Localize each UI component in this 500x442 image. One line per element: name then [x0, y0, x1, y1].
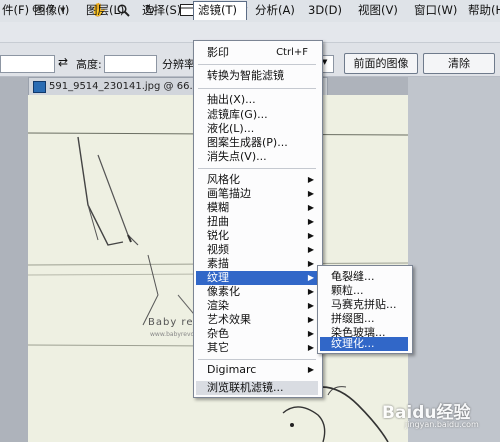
front-image-button[interactable]: 前面的图像	[344, 53, 418, 74]
menu-item-distort[interactable]: 扭曲 ▶	[196, 215, 318, 229]
submenu-arrow-icon: ▶	[307, 315, 314, 324]
menu-item-blur[interactable]: 模糊 ▶	[196, 201, 318, 215]
menu-item-brush-strokes[interactable]: 画笔描边 ▶	[196, 187, 318, 201]
menu-window[interactable]: 窗口(W)	[410, 2, 461, 18]
menu-filter[interactable]: 滤镜(T)	[193, 1, 247, 20]
menu-separator	[198, 359, 316, 360]
menu-layer[interactable]: 图层(L)	[82, 2, 128, 18]
menu-item-last-filter[interactable]: 影印 Ctrl+F	[196, 46, 318, 60]
menu-item-convert-smart-filter[interactable]: 转换为智能滤镜	[196, 69, 318, 83]
menu-image[interactable]: 图像(I)	[30, 2, 73, 18]
submenu-item-grain[interactable]: 颗粒...	[320, 284, 408, 298]
menu-item-filter-gallery[interactable]: 滤镜库(G)...	[196, 108, 318, 122]
menu-separator	[198, 168, 316, 169]
height-field[interactable]	[104, 55, 157, 73]
watermark-subtext: jingyan.baidu.com	[405, 420, 479, 429]
menu-3d[interactable]: 3D(D)	[304, 2, 346, 18]
menu-item-sketch[interactable]: 素描 ▶	[196, 257, 318, 271]
swap-icon[interactable]: ⇄	[58, 55, 68, 69]
menu-item-stylize[interactable]: 风格化 ▶	[196, 173, 318, 187]
submenu-item-texturizer[interactable]: 纹理化...	[320, 337, 408, 351]
menu-item-liquify[interactable]: 液化(L)...	[196, 122, 318, 136]
submenu-item-mosaic-tiles[interactable]: 马赛克拼贴...	[320, 298, 408, 312]
resolution-label: 分辨率	[162, 58, 195, 71]
texture-submenu: 龟裂缝... 颗粒... 马赛克拼贴... 拼缀图... 染色玻璃... 纹理化…	[317, 265, 413, 354]
menu-item-video[interactable]: 视频 ▶	[196, 243, 318, 257]
menu-item-artistic[interactable]: 艺术效果 ▶	[196, 313, 318, 327]
menu-item-render[interactable]: 渲染 ▶	[196, 299, 318, 313]
menu-separator	[198, 88, 316, 89]
filter-menu: 影印 Ctrl+F 转换为智能滤镜 抽出(X)... 滤镜库(G)... 液化(L…	[193, 40, 323, 398]
submenu-item-patchwork[interactable]: 拼缀图...	[320, 312, 408, 326]
right-panel-area	[408, 77, 500, 442]
submenu-arrow-icon: ▶	[307, 329, 314, 338]
menu-item-extract[interactable]: 抽出(X)...	[196, 93, 318, 107]
submenu-item-craquelure[interactable]: 龟裂缝...	[320, 270, 408, 284]
submenu-arrow-icon: ▶	[307, 273, 314, 282]
menu-item-vanishing-point[interactable]: 消失点(V)...	[196, 150, 318, 164]
menu-item-pattern-maker[interactable]: 图案生成器(P)...	[196, 136, 318, 150]
menu-item-noise[interactable]: 杂色 ▶	[196, 327, 318, 341]
submenu-arrow-icon: ▶	[307, 203, 314, 212]
menu-separator	[198, 64, 316, 65]
submenu-arrow-icon: ▶	[307, 365, 314, 374]
menu-item-browse-filters-online[interactable]: 浏览联机滤镜...	[196, 381, 318, 395]
submenu-arrow-icon: ▶	[307, 231, 314, 240]
submenu-arrow-icon: ▶	[307, 301, 314, 310]
menu-item-digimarc[interactable]: Digimarc ▶	[196, 363, 318, 377]
submenu-arrow-icon: ▶	[307, 245, 314, 254]
submenu-arrow-icon: ▶	[307, 343, 314, 352]
document-icon	[33, 81, 46, 93]
menu-item-texture[interactable]: 纹理 ▶	[196, 271, 318, 285]
menu-item-pixelate[interactable]: 像素化 ▶	[196, 285, 318, 299]
menu-select[interactable]: 选择(S)	[138, 2, 185, 18]
menu-analysis[interactable]: 分析(A)	[251, 2, 299, 18]
clear-button[interactable]: 清除	[423, 53, 495, 74]
submenu-arrow-icon: ▶	[307, 217, 314, 226]
menu-item-sharpen[interactable]: 锐化 ▶	[196, 229, 318, 243]
submenu-arrow-icon: ▶	[307, 189, 314, 198]
menu-file[interactable]: 件(F)	[0, 2, 33, 18]
menu-help[interactable]: 帮助(H)	[464, 2, 500, 18]
submenu-arrow-icon: ▶	[307, 175, 314, 184]
menu-view[interactable]: 视图(V)	[354, 2, 402, 18]
menu-item-other[interactable]: 其它 ▶	[196, 341, 318, 355]
submenu-arrow-icon: ▶	[307, 287, 314, 296]
height-label: 高度:	[76, 58, 102, 71]
width-field[interactable]	[0, 55, 55, 73]
submenu-arrow-icon: ▶	[307, 259, 314, 268]
